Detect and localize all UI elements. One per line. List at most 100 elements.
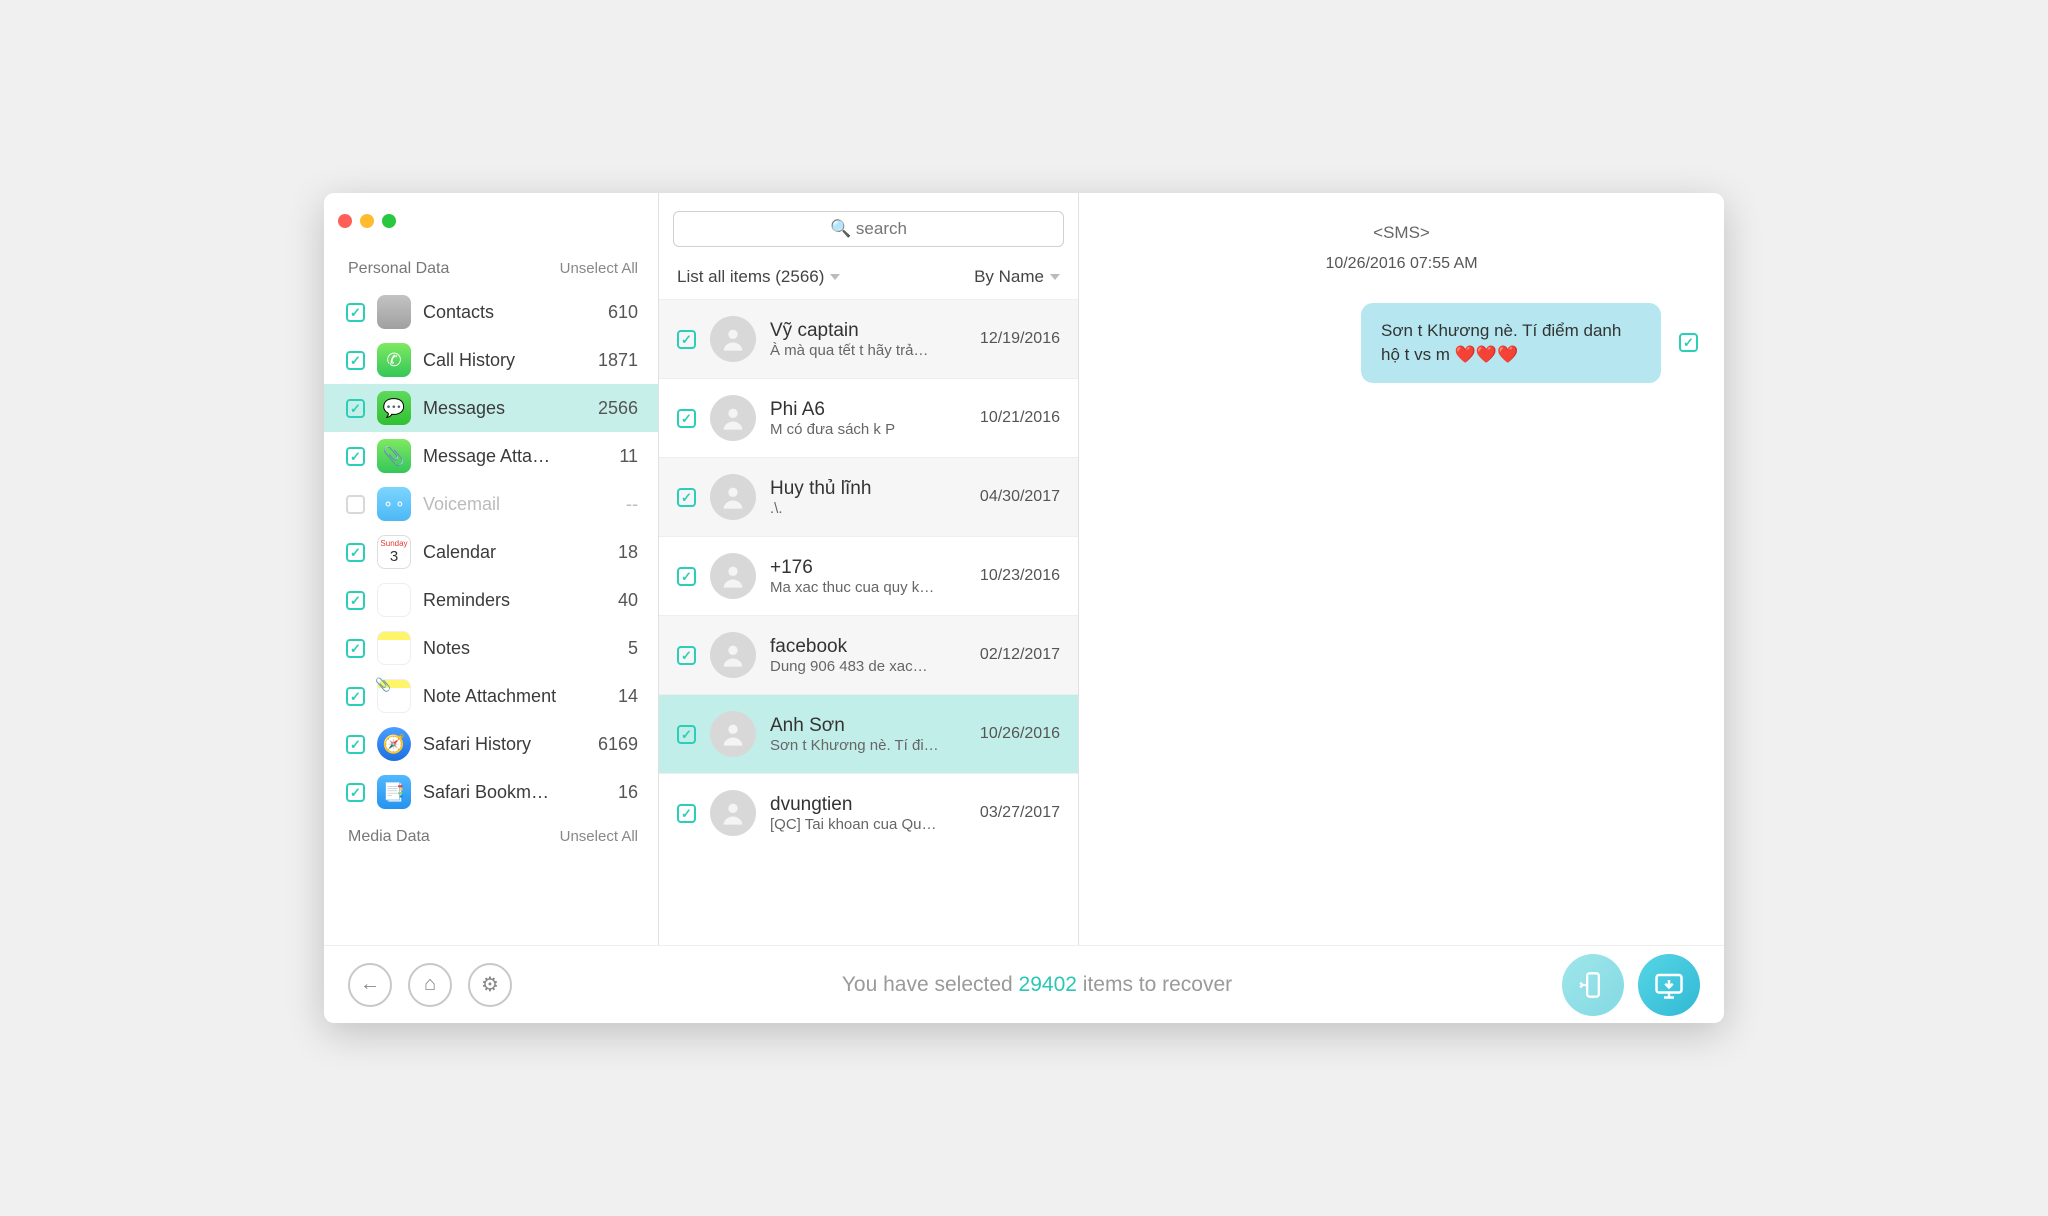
checkbox-icon[interactable]	[677, 330, 696, 349]
conversation-item[interactable]: Anh Sơn Sơn t Khương nè. Tí đi… 10/26/20…	[659, 694, 1078, 773]
chevron-down-icon	[830, 274, 840, 280]
message-row: Sơn t Khương nè. Tí điểm danh hộ t vs m …	[1105, 303, 1698, 383]
sidebar-item-label: Safari History	[423, 734, 586, 755]
conversation-name: Vỹ captain	[770, 320, 966, 342]
conversation-item[interactable]: facebook Dung 906 483 de xac… 02/12/2017	[659, 615, 1078, 694]
sidebar-item-label: Safari Bookm…	[423, 782, 606, 803]
sidebar-item-count: 40	[618, 590, 638, 611]
sidebar-item-count: 2566	[598, 398, 638, 419]
chevron-down-icon	[1050, 274, 1060, 280]
maximize-window-button[interactable]	[382, 214, 396, 228]
avatar-icon	[710, 553, 756, 599]
conversation-item[interactable]: Phi A6 M có đưa sách k P 10/21/2016	[659, 378, 1078, 457]
sidebar-item-safari-history[interactable]: 🧭 Safari History 6169	[324, 720, 658, 768]
list-sort-dropdown[interactable]: By Name	[974, 267, 1060, 287]
checkbox-icon[interactable]	[677, 409, 696, 428]
conversation-item[interactable]: +176 Ma xac thuc cua quy k… 10/23/2016	[659, 536, 1078, 615]
checkbox-icon[interactable]	[677, 646, 696, 665]
sidebar-item-count: --	[626, 494, 638, 515]
reminders-icon	[377, 583, 411, 617]
sidebar-item-calendar[interactable]: Sunday3 Calendar 18	[324, 528, 658, 576]
attachment-icon: 📎	[377, 439, 411, 473]
checkbox-icon[interactable]	[677, 567, 696, 586]
recover-to-computer-button[interactable]	[1638, 954, 1700, 1016]
conversation-info: Phi A6 M có đưa sách k P	[770, 399, 966, 438]
conversation-item[interactable]: Huy thủ lĩnh .\. 04/30/2017	[659, 457, 1078, 536]
checkbox-icon[interactable]	[677, 488, 696, 507]
note-attachment-icon	[377, 679, 411, 713]
search-wrap	[659, 193, 1078, 257]
checkbox-icon[interactable]	[346, 351, 365, 370]
checkbox-icon[interactable]	[346, 543, 365, 562]
conversation-date: 03/27/2017	[980, 804, 1060, 822]
sidebar-section-personal: Personal Data Unselect All	[324, 248, 658, 288]
detail-type-label: <SMS>	[1105, 223, 1698, 243]
sidebar-item-notes[interactable]: Notes 5	[324, 624, 658, 672]
avatar-icon	[710, 711, 756, 757]
safari-icon: 🧭	[377, 727, 411, 761]
sidebar-item-label: Voicemail	[423, 494, 614, 515]
checkbox-icon[interactable]	[346, 399, 365, 418]
sidebar-item-label: Notes	[423, 638, 616, 659]
search-input[interactable]	[673, 211, 1064, 247]
conversation-preview: Ma xac thuc cua quy k…	[770, 579, 966, 596]
message-checkbox[interactable]	[1679, 333, 1698, 352]
sidebar-item-label: Messages	[423, 398, 586, 419]
sidebar-item-label: Contacts	[423, 302, 596, 323]
recover-to-device-button[interactable]	[1562, 954, 1624, 1016]
unselect-all-button[interactable]: Unselect All	[560, 828, 638, 846]
conversation-info: facebook Dung 906 483 de xac…	[770, 636, 966, 675]
checkbox-icon[interactable]	[346, 447, 365, 466]
conversation-item[interactable]: dvungtien [QC] Tai khoan cua Qu… 03/27/2…	[659, 773, 1078, 852]
checkbox-icon[interactable]	[677, 804, 696, 823]
settings-button[interactable]: ⚙	[468, 963, 512, 1007]
conversation-info: Vỹ captain À mà qua tết t hãy trả…	[770, 320, 966, 359]
sidebar-item-message-attachments[interactable]: 📎 Message Atta… 11	[324, 432, 658, 480]
checkbox-icon[interactable]	[677, 725, 696, 744]
avatar-icon	[710, 474, 756, 520]
conversation-item[interactable]: Vỹ captain À mà qua tết t hãy trả… 12/19…	[659, 299, 1078, 378]
sidebar-item-note-attachment[interactable]: Note Attachment 14	[324, 672, 658, 720]
list-filter-dropdown[interactable]: List all items (2566)	[677, 267, 840, 287]
sidebar-item-count: 18	[618, 542, 638, 563]
footer-left: ← ⌂ ⚙	[348, 963, 512, 1007]
window-controls	[324, 205, 410, 237]
checkbox-icon[interactable]	[346, 735, 365, 754]
checkbox-icon[interactable]	[346, 303, 365, 322]
sidebar-item-count: 5	[628, 638, 638, 659]
conversation-list-panel: List all items (2566) By Name Vỹ captain…	[659, 193, 1079, 945]
conversation-scroll[interactable]: Vỹ captain À mà qua tết t hãy trả… 12/19…	[659, 299, 1078, 945]
home-button[interactable]: ⌂	[408, 963, 452, 1007]
footer-right	[1562, 954, 1700, 1016]
conversation-name: Phi A6	[770, 399, 966, 421]
conversation-preview: Sơn t Khương nè. Tí đi…	[770, 737, 966, 754]
close-window-button[interactable]	[338, 214, 352, 228]
sidebar-item-count: 16	[618, 782, 638, 803]
contacts-icon	[377, 295, 411, 329]
checkbox-icon[interactable]	[346, 639, 365, 658]
sidebar-item-voicemail[interactable]: ⚬⚬ Voicemail --	[324, 480, 658, 528]
conversation-date: 10/23/2016	[980, 567, 1060, 585]
checkbox-icon[interactable]	[346, 591, 365, 610]
sidebar-section-label: Personal Data	[348, 260, 449, 278]
checkbox-icon[interactable]	[346, 783, 365, 802]
conversation-info: Huy thủ lĩnh .\.	[770, 478, 966, 517]
sidebar-item-count: 1871	[598, 350, 638, 371]
checkbox-icon[interactable]	[346, 495, 365, 514]
sidebar-item-safari-bookmarks[interactable]: 📑 Safari Bookm… 16	[324, 768, 658, 816]
back-button[interactable]: ←	[348, 963, 392, 1007]
avatar-icon	[710, 790, 756, 836]
sidebar-item-messages[interactable]: 💬 Messages 2566	[324, 384, 658, 432]
minimize-window-button[interactable]	[360, 214, 374, 228]
footer-toolbar: ← ⌂ ⚙ You have selected 29402 items to r…	[324, 945, 1724, 1023]
footer-status-count: 29402	[1019, 973, 1077, 996]
checkbox-icon[interactable]	[346, 687, 365, 706]
sidebar-item-count: 11	[619, 446, 638, 467]
sidebar-item-call-history[interactable]: ✆ Call History 1871	[324, 336, 658, 384]
unselect-all-button[interactable]: Unselect All	[560, 260, 638, 278]
conversation-info: dvungtien [QC] Tai khoan cua Qu…	[770, 794, 966, 833]
footer-status-prefix: You have selected	[842, 973, 1019, 996]
sidebar-item-contacts[interactable]: Contacts 610	[324, 288, 658, 336]
conversation-date: 10/26/2016	[980, 725, 1060, 743]
sidebar-item-reminders[interactable]: Reminders 40	[324, 576, 658, 624]
